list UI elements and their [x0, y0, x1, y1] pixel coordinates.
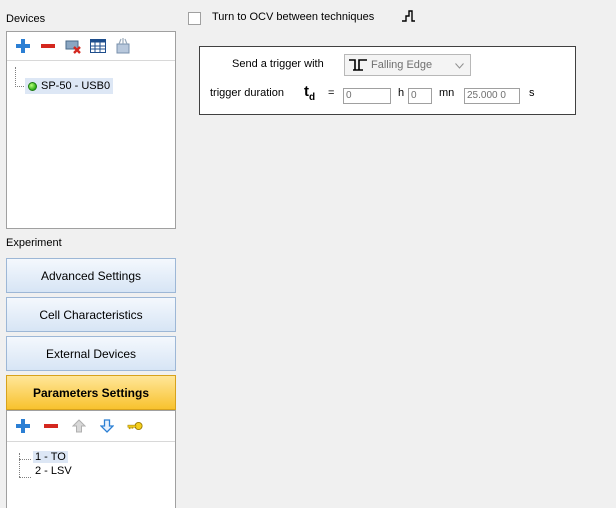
ocv-pulse-icon: [402, 10, 416, 25]
td-symbol: td: [304, 83, 315, 103]
parameters-area: Turn to OCV between techniques Send a tr…: [180, 0, 616, 508]
left-panel: Devices SP-50 - USB0 Experiment Advanced…: [0, 0, 180, 508]
disconnect-device-icon[interactable]: [65, 38, 81, 54]
remove-device-icon[interactable]: [40, 38, 56, 54]
td-sub: d: [309, 92, 316, 103]
minutes-input[interactable]: 0: [408, 88, 432, 104]
move-down-icon[interactable]: [99, 418, 115, 434]
external-devices-button[interactable]: External Devices: [6, 336, 176, 371]
hours-unit: h: [398, 87, 405, 99]
advanced-settings-button[interactable]: Advanced Settings: [6, 258, 176, 293]
technique-item-2[interactable]: 2 - LSV: [33, 465, 74, 477]
ocv-checkbox[interactable]: [188, 12, 201, 25]
device-settings-icon[interactable]: [115, 38, 131, 54]
trigger-panel: Send a trigger with Falling Edge trigger…: [199, 46, 576, 115]
edge-select-value: Falling Edge: [371, 59, 433, 71]
techniques-panel: 1 - TO 2 - LSV: [6, 410, 176, 508]
device-label: SP-50 - USB0: [41, 80, 111, 92]
remove-technique-icon[interactable]: [43, 418, 59, 434]
experiment-label: Experiment: [6, 237, 62, 249]
hours-input[interactable]: 0: [343, 88, 391, 104]
move-up-icon[interactable]: [71, 418, 87, 434]
techniques-toolbar: [7, 411, 175, 442]
seconds-unit: s: [529, 87, 535, 99]
ocv-label: Turn to OCV between techniques: [212, 11, 375, 23]
device-item[interactable]: SP-50 - USB0: [25, 78, 114, 94]
chevron-down-icon: [455, 63, 464, 69]
table-icon[interactable]: [90, 38, 106, 54]
add-technique-icon[interactable]: [15, 418, 31, 434]
add-device-icon[interactable]: [15, 38, 31, 54]
devices-panel: SP-50 - USB0: [6, 31, 176, 229]
devices-toolbar: [7, 32, 175, 61]
trigger-duration-label: trigger duration: [210, 87, 284, 99]
minutes-unit: mn: [439, 87, 455, 99]
key-icon[interactable]: [127, 418, 143, 434]
connected-status-icon: [28, 81, 37, 91]
cell-characteristics-button[interactable]: Cell Characteristics: [6, 297, 176, 332]
falling-edge-icon: [349, 59, 367, 71]
edge-select[interactable]: Falling Edge: [344, 54, 471, 76]
parameters-settings-button[interactable]: Parameters Settings: [6, 375, 176, 410]
send-trigger-label: Send a trigger with: [232, 58, 324, 70]
technique-item-1[interactable]: 1 - TO: [33, 451, 68, 463]
seconds-input[interactable]: 25.000 0: [464, 88, 520, 104]
tree-line: [19, 471, 31, 478]
devices-label: Devices: [6, 13, 46, 25]
equals-sign: =: [328, 87, 335, 99]
